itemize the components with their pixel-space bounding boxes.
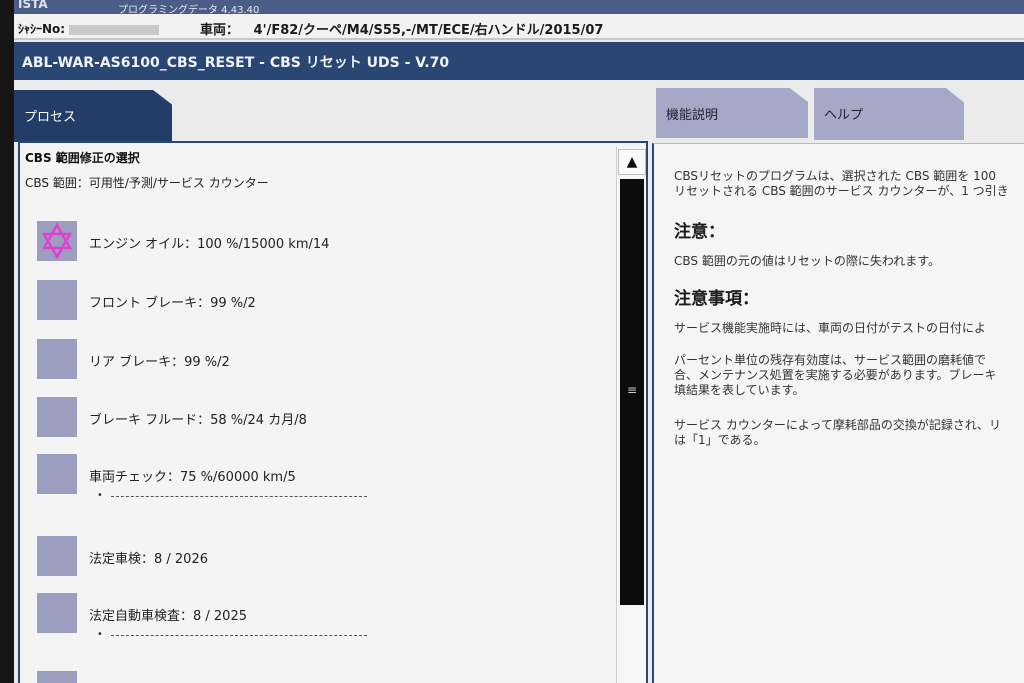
cbs-item-checkbox[interactable]: [37, 339, 77, 379]
caution-heading: 注意：: [674, 222, 725, 242]
grip-icon: ≡: [626, 383, 638, 397]
ista-screen: ISTA プログラミングデータ 4.43.40 ｼｬｼｰNo: 車両： 4'/F…: [14, 0, 1024, 683]
cbs-item-label: ブレーキ フルード：58 %/24 カ月/8: [89, 413, 307, 428]
chassis-number: ｼｬｼｰNo:: [18, 20, 160, 37]
vehicle-info: 車両： 4'/F82/クーペ/M4/S55,-/MT/ECE/右ハンドル/201…: [200, 19, 603, 38]
cbs-item-checkbox[interactable]: [37, 454, 77, 494]
cbs-item-label: 車両チェック：75 %/60000 km/5: [89, 470, 296, 485]
tab-process-label: プロセス: [24, 110, 77, 125]
cbs-item-label: エンジン オイル：100 %/15000 km/14: [89, 237, 330, 252]
dashed-divider: [111, 496, 367, 497]
scroll-thumb[interactable]: ≡: [620, 179, 644, 605]
cbs-item-checkbox[interactable]: [37, 221, 77, 261]
cbs-item-partial[interactable]: [37, 671, 557, 683]
cbs-item-front-brake[interactable]: フロント ブレーキ：99 %/2: [37, 280, 557, 322]
cbs-item-label: 法定車検：8 / 2026: [89, 552, 208, 567]
notes-text: 填結果を表しています。: [674, 383, 805, 397]
notes-text: は「1」である。: [674, 433, 766, 447]
vehicle-inspection-subline: •: [97, 629, 367, 641]
scroll-up-button[interactable]: ▲: [618, 149, 646, 175]
cbs-item-label: フロント ブレーキ：99 %/2: [89, 296, 256, 311]
bullet: •: [97, 490, 103, 501]
chassis-label: ｼｬｼｰNo:: [18, 22, 66, 36]
cbs-item-brake-fluid[interactable]: ブレーキ フルード：58 %/24 カ月/8: [37, 397, 557, 439]
panel-subheading: CBS 範囲：可用性/予測/サービス カウンター: [25, 176, 269, 190]
cbs-selection-panel: CBS 範囲修正の選択 CBS 範囲：可用性/予測/サービス カウンター エンジ…: [18, 141, 648, 683]
vehicle-check-subline: •: [97, 490, 367, 502]
caution-text: CBS 範囲の元の値はリセットの際に失われます。: [674, 254, 941, 268]
tab-help-label: ヘルプ: [824, 108, 864, 123]
tab-help[interactable]: ヘルプ: [814, 88, 964, 140]
cbs-item-label: リア ブレーキ：99 %/2: [89, 355, 230, 370]
cbs-item-checkbox[interactable]: [37, 671, 77, 683]
vertical-scrollbar[interactable]: ▲ ≡: [616, 147, 646, 683]
app-logo: ISTA: [18, 0, 48, 11]
tab-function-description[interactable]: 機能説明: [656, 88, 808, 138]
cbs-item-label: 法定自動車検査：8 / 2025: [89, 609, 247, 624]
star-of-david-icon: [41, 222, 73, 260]
chassis-value: [69, 24, 160, 35]
cbs-item-statutory-inspection[interactable]: 法定車検：8 / 2026: [37, 536, 557, 578]
panel-heading: CBS 範囲修正の選択: [25, 151, 140, 165]
procedure-title: ABL-WAR-AS6100_CBS_RESET - CBS リセット UDS …: [22, 55, 450, 71]
function-description-panel: CBSリセットのプログラムは、選択された CBS 範囲を 100 リセットされる…: [652, 143, 1024, 683]
notes-heading: 注意事項：: [674, 289, 759, 309]
bullet: •: [97, 629, 103, 640]
dashed-divider: [111, 635, 367, 636]
cbs-item-checkbox[interactable]: [37, 280, 77, 320]
vehicle-value: 4'/F82/クーペ/M4/S55,-/MT/ECE/右ハンドル/2015/07: [253, 23, 604, 38]
cbs-item-engine-oil[interactable]: エンジン オイル：100 %/15000 km/14: [37, 221, 557, 263]
tab-function-label: 機能説明: [666, 108, 719, 123]
cbs-item-rear-brake[interactable]: リア ブレーキ：99 %/2: [37, 339, 557, 381]
procedure-title-bar: ABL-WAR-AS6100_CBS_RESET - CBS リセット UDS …: [14, 42, 1024, 80]
tab-process[interactable]: プロセス: [14, 90, 172, 142]
description-line: リセットされる CBS 範囲のサービス カウンターが、1 つ引き: [674, 184, 1009, 198]
vehicle-label: 車両：: [200, 23, 240, 38]
notes-text: サービス機能実施時には、車両の日付がテストの日付によ: [674, 321, 987, 335]
vehicle-info-bar: ｼｬｼｰNo: 車両： 4'/F82/クーペ/M4/S55,-/MT/ECE/右…: [14, 14, 1024, 40]
cbs-item-checkbox[interactable]: [37, 593, 77, 633]
cbs-item-checkbox[interactable]: [37, 536, 77, 576]
cbs-item-checkbox[interactable]: [37, 397, 77, 437]
top-bar: ISTA プログラミングデータ 4.43.40: [14, 0, 1024, 16]
